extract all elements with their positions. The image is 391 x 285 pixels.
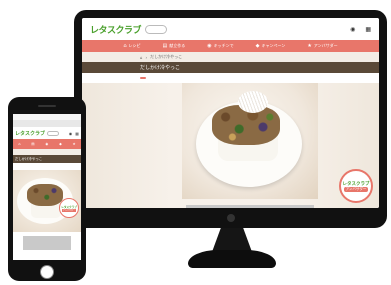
nav-item-ambassador[interactable]: ★ アンバサダー xyxy=(307,43,337,49)
nav-item-kitchen[interactable]: ◉ キッチンで xyxy=(207,43,233,49)
phone-speaker xyxy=(38,105,56,107)
site-header: レタスクラブ ◉ ▦ xyxy=(82,18,379,40)
nav-item-menu[interactable]: ▤ 献立作る xyxy=(163,43,186,49)
menu-icon[interactable]: ▦ xyxy=(75,131,79,136)
placeholder-bar xyxy=(23,236,71,250)
url-bar[interactable] xyxy=(13,120,81,127)
breadcrumb: ⌂ › だしかけ冷やっこ xyxy=(82,52,379,62)
logo-subtitle xyxy=(47,130,60,136)
mobile-header: レタスクラブ ◉ ▦ xyxy=(13,127,81,139)
monitor-stand-base xyxy=(188,250,276,268)
nav-label: キャンペーン xyxy=(261,43,286,48)
mobile-nav-item[interactable]: ▤ xyxy=(31,142,34,146)
monitor-logo-icon xyxy=(226,214,235,222)
nav-label: キッチンで xyxy=(213,43,234,48)
star-icon: ★ xyxy=(72,142,76,146)
recipe-subrow xyxy=(13,163,81,170)
mobile-nav-item[interactable]: ⌂ xyxy=(18,142,20,146)
site-logo[interactable]: レタスクラブ xyxy=(15,130,45,137)
nav-label: レシピ xyxy=(128,43,141,48)
smartphone: レタスクラブ ◉ ▦ ⌂ ▤ ◉ ◆ ★ だしかけ冷やっこ レタスクラブ アンバ… xyxy=(8,97,86,281)
login-icon: ◉ xyxy=(350,25,356,33)
recipe-photo: レタスクラブ アンバサダー xyxy=(13,170,81,232)
badge-tag: アンバサダー xyxy=(343,186,369,192)
breadcrumb-separator: › xyxy=(145,54,148,60)
site-logo[interactable]: レタスクラブ xyxy=(90,23,142,36)
nav-item-campaign[interactable]: ◆ キャンペーン xyxy=(256,43,286,49)
main-nav: ⌂ レシピ ▤ 献立作る ◉ キッチンで ◆ キャンペーン ★ アンバサダー xyxy=(82,40,379,52)
page-title: だしかけ冷やっこ xyxy=(13,155,81,163)
home-icon: ⌂ xyxy=(123,43,127,49)
mobile-nav-item[interactable]: ◆ xyxy=(59,142,62,146)
page-title: だしかけ冷やっこ xyxy=(82,62,379,73)
breadcrumb-home-icon[interactable]: ⌂ xyxy=(140,55,143,60)
device-mockup: レタスクラブ ◉ ▦ ⌂ レシピ ▤ 献立作る ◉ キッチンで ◆ キャンペーン… xyxy=(0,0,391,285)
phone-screen: レタスクラブ ◉ ▦ ⌂ ▤ ◉ ◆ ★ だしかけ冷やっこ レタスクラブ アンバ… xyxy=(13,114,81,260)
desktop-screen: レタスクラブ ◉ ▦ ⌂ レシピ ▤ 献立作る ◉ キッチンで ◆ キャンペーン… xyxy=(82,18,379,208)
mobile-nav-item[interactable]: ★ xyxy=(72,142,75,146)
nav-item-recipe[interactable]: ⌂ レシピ xyxy=(123,43,140,49)
desktop-monitor: レタスクラブ ◉ ▦ ⌂ レシピ ▤ 献立作る ◉ キッチンで ◆ キャンペーン… xyxy=(74,10,387,228)
nav-label: アンバサダー xyxy=(313,43,338,48)
ambassador-badge[interactable]: レタスクラブ アンバサダー xyxy=(339,169,373,203)
book-icon: ▤ xyxy=(162,43,168,49)
gift-icon: ◆ xyxy=(59,142,62,146)
recipe-subrow xyxy=(82,73,379,83)
pot-icon: ◉ xyxy=(45,142,49,146)
header-icons: ◉ ▦ xyxy=(350,26,371,33)
ambassador-badge[interactable]: レタスクラブ アンバサダー xyxy=(59,198,79,218)
login-button[interactable]: ◉ xyxy=(350,26,355,33)
register-button[interactable]: ▦ xyxy=(365,26,371,33)
nav-label: 献立作る xyxy=(169,43,186,48)
pot-icon: ◉ xyxy=(207,43,212,49)
topping-image xyxy=(27,184,63,206)
mobile-header-icons: ◉ ▦ xyxy=(69,131,79,136)
grated-radish-image xyxy=(238,91,268,113)
logo-subtitle xyxy=(145,24,168,34)
placeholder-bar xyxy=(186,205,314,208)
category-tag[interactable] xyxy=(140,77,146,79)
star-icon: ★ xyxy=(307,43,312,49)
breadcrumb-current: だしかけ冷やっこ xyxy=(150,54,183,59)
mobile-nav-item[interactable]: ◉ xyxy=(45,142,48,146)
gift-icon: ◆ xyxy=(255,43,260,49)
book-icon: ▤ xyxy=(31,142,35,146)
badge-tag: アンバサダー xyxy=(62,208,76,212)
hero-area: レタスクラブ アンバサダー xyxy=(82,83,379,208)
home-icon: ⌂ xyxy=(18,142,21,146)
home-button[interactable] xyxy=(40,265,54,279)
monitor-stand-neck xyxy=(212,228,252,252)
login-icon[interactable]: ◉ xyxy=(69,131,73,136)
badge-brand: レタスクラブ xyxy=(342,181,370,187)
register-icon: ▦ xyxy=(365,25,371,33)
recipe-photo xyxy=(182,83,318,199)
mobile-nav: ⌂ ▤ ◉ ◆ ★ xyxy=(13,139,81,149)
